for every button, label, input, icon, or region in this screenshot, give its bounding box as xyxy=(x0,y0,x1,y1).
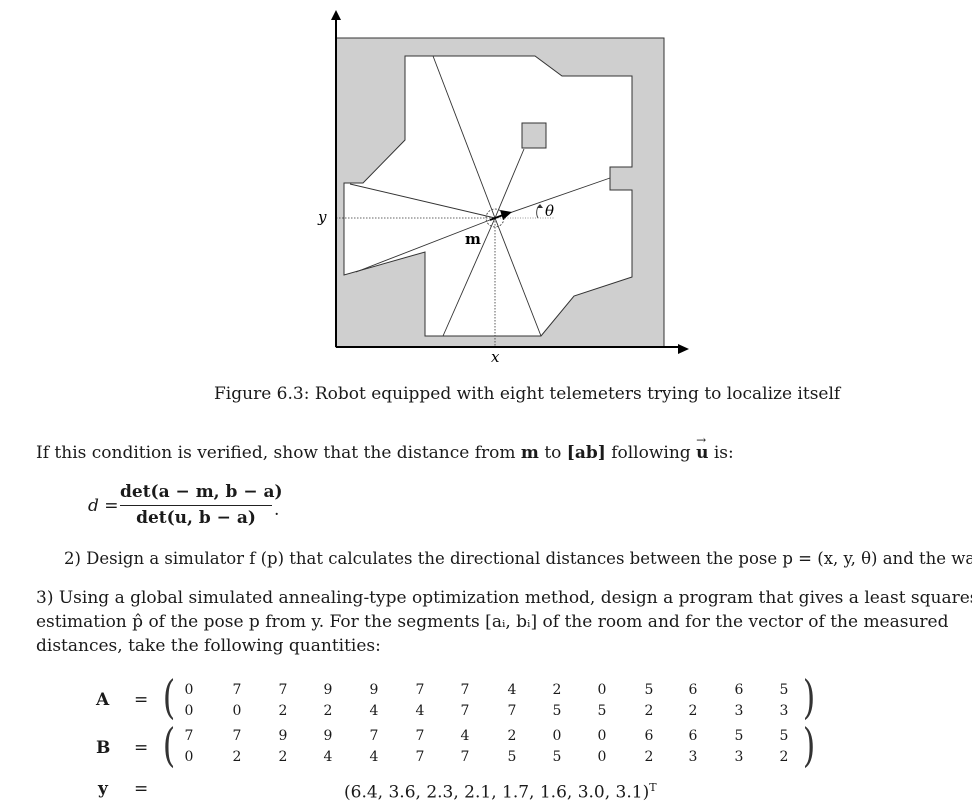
a-cell: 6 xyxy=(734,682,744,698)
b-cell: 2 xyxy=(507,728,517,744)
vector-y-eq: = xyxy=(134,779,149,799)
b-cell: 7 xyxy=(460,749,470,765)
formula-lhs: d = xyxy=(88,496,119,516)
robot-localization-figure: y x m θ xyxy=(317,10,689,366)
b-cell: 2 xyxy=(278,749,288,765)
para1-text-b: to xyxy=(544,443,562,463)
a-cell: 4 xyxy=(415,703,425,719)
b-cell: 5 xyxy=(507,749,517,765)
b-cell: 2 xyxy=(232,749,242,765)
a-cell: 9 xyxy=(369,682,379,698)
a-cell: 7 xyxy=(460,703,470,719)
a-cell: 4 xyxy=(507,682,517,698)
a-cell: 0 xyxy=(597,682,607,698)
a-cell: 5 xyxy=(779,682,789,698)
a-cell: 7 xyxy=(232,682,242,698)
formula-numerator: det(a − m, b − a) xyxy=(120,482,283,502)
paragraph-2: 2) Design a simulator f (p) that calcula… xyxy=(64,549,972,568)
para1-ab: [ab] xyxy=(566,443,606,463)
paragraph-3-line-1: 3) Using a global simulated annealing-ty… xyxy=(36,588,972,608)
a-cell: 6 xyxy=(688,682,698,698)
vector-y-text: (6.4, 3.6, 2.3, 2.1, 1.7, 1.6, 3.0, 3.1) xyxy=(344,782,650,803)
obstacle-square xyxy=(521,122,547,149)
paragraph-3-line-3: distances, take the following quantities… xyxy=(36,636,381,656)
formula-fraction: det(a − m, b − a) det(u, b − a) xyxy=(120,480,283,530)
para1-text-a: If this condition is verified, show that… xyxy=(36,443,516,463)
b-cell: 3 xyxy=(688,749,698,765)
para1-u-vector: u → xyxy=(696,433,709,463)
b-cell: 5 xyxy=(779,728,789,744)
vector-y-label: y xyxy=(98,779,108,799)
b-cell: 7 xyxy=(184,728,194,744)
matrix-B-label: B xyxy=(96,738,111,758)
a-cell: 9 xyxy=(323,682,333,698)
para1-m: m xyxy=(520,443,539,463)
b-cell: 9 xyxy=(323,728,333,744)
b-cell: 0 xyxy=(597,728,607,744)
a-cell: 3 xyxy=(734,703,744,719)
matrix-B-right-paren: ) xyxy=(802,718,816,772)
b-cell: 6 xyxy=(688,728,698,744)
a-cell: 5 xyxy=(644,682,654,698)
a-cell: 2 xyxy=(688,703,698,719)
theta-label: θ xyxy=(545,202,554,220)
matrix-A-label: A xyxy=(96,690,110,710)
b-cell: 7 xyxy=(415,749,425,765)
paragraph-1: If this condition is verified, show that… xyxy=(36,433,734,465)
b-cell: 7 xyxy=(369,728,379,744)
a-cell: 7 xyxy=(415,682,425,698)
b-cell: 0 xyxy=(597,749,607,765)
x-axis-label: x xyxy=(491,348,500,366)
matrix-B-eq: = xyxy=(134,738,149,758)
a-cell: 2 xyxy=(323,703,333,719)
a-cell: 3 xyxy=(779,703,789,719)
b-cell: 7 xyxy=(415,728,425,744)
b-cell: 2 xyxy=(779,749,789,765)
b-cell: 0 xyxy=(184,749,194,765)
b-cell: 5 xyxy=(552,749,562,765)
matrix-B-grid: 7 7 9 9 7 7 4 2 0 0 6 6 5 5 0 2 2 4 4 7 7 5 5 0 2 3 3 2 xyxy=(162,728,802,768)
b-cell: 6 xyxy=(644,728,654,744)
a-cell: 0 xyxy=(184,703,194,719)
matrix-A-grid: 0 7 7 9 9 7 7 4 2 0 5 6 6 5 0 0 2 2 4 4 7 7 5 5 2 2 3 3 xyxy=(162,682,802,722)
a-cell: 0 xyxy=(232,703,242,719)
a-cell: 2 xyxy=(278,703,288,719)
y-axis-arrow xyxy=(331,10,341,20)
formula-period: . xyxy=(274,500,280,520)
b-cell: 3 xyxy=(734,749,744,765)
a-cell: 7 xyxy=(278,682,288,698)
a-cell: 7 xyxy=(507,703,517,719)
a-cell: 0 xyxy=(184,682,194,698)
b-cell: 2 xyxy=(644,749,654,765)
b-cell: 4 xyxy=(369,749,379,765)
a-cell: 7 xyxy=(460,682,470,698)
b-cell: 7 xyxy=(232,728,242,744)
para1-text-d: is: xyxy=(713,443,734,463)
b-cell: 4 xyxy=(323,749,333,765)
vector-y-transpose: T xyxy=(649,781,657,794)
y-axis-label: y xyxy=(317,208,327,226)
matrix-A-eq: = xyxy=(134,690,149,710)
vector-y-values: (6.4, 3.6, 2.3, 2.1, 1.7, 1.6, 3.0, 3.1)… xyxy=(344,776,657,805)
a-cell: 2 xyxy=(644,703,654,719)
b-cell: 5 xyxy=(734,728,744,744)
a-cell: 5 xyxy=(597,703,607,719)
a-cell: 5 xyxy=(552,703,562,719)
a-cell: 2 xyxy=(552,682,562,698)
para1-text-c: following xyxy=(611,443,691,463)
matrix-A-right-paren: ) xyxy=(802,670,816,724)
b-cell: 9 xyxy=(278,728,288,744)
paragraph-3-line-2: estimation p̂ of the pose p from y. For … xyxy=(36,612,949,632)
x-axis-arrow xyxy=(678,344,689,354)
formula-denominator: det(u, b − a) xyxy=(136,508,256,528)
figure-caption: Figure 6.3: Robot equipped with eight te… xyxy=(214,384,841,404)
point-m-label: m xyxy=(465,230,481,248)
b-cell: 4 xyxy=(460,728,470,744)
b-cell: 0 xyxy=(552,728,562,744)
a-cell: 4 xyxy=(369,703,379,719)
